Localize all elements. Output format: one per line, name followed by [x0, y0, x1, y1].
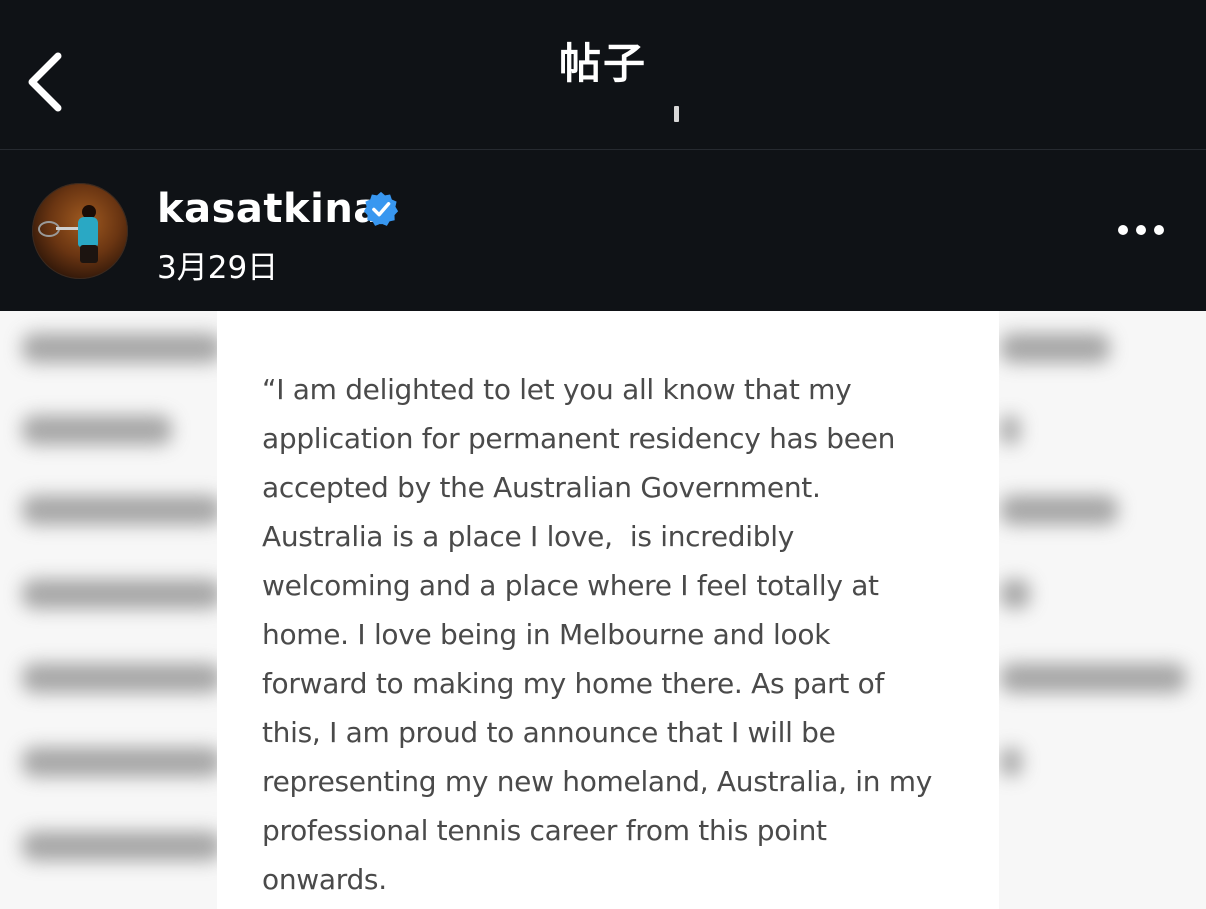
post-image[interactable]: “I am delighted to let you all know that…	[0, 311, 1206, 909]
statement-line: onwards.	[262, 863, 387, 896]
avatar[interactable]	[32, 183, 128, 279]
statement-line: this, I am proud to announce that I will…	[262, 716, 836, 749]
post-header: kasatkina 3月29日	[0, 150, 1206, 311]
statement-line: accepted by the Australian Government.	[262, 471, 821, 504]
more-options-button[interactable]	[1112, 216, 1168, 244]
blurred-background-text	[22, 333, 222, 363]
page-title: 帖子	[558, 39, 647, 88]
statement-line: professional tennis career from this poi…	[262, 814, 827, 847]
statement-line: home. I love being in Melbourne and look	[262, 618, 831, 651]
post-date: 3月29日	[157, 250, 279, 286]
title-cursor-mark	[674, 106, 679, 122]
statement-line: Australia is a place I love, is incredib…	[262, 520, 794, 553]
username[interactable]: kasatkina	[157, 186, 381, 232]
statement-line: welcoming and a place where I feel total…	[262, 569, 879, 602]
statement-card: “I am delighted to let you all know that…	[217, 311, 999, 909]
verified-badge-icon	[363, 191, 399, 226]
statement-line: representing my new homeland, Australia,…	[262, 765, 933, 798]
statement-line: forward to making my home there. As part…	[262, 667, 885, 700]
statement-line: “I am delighted to let you all know that…	[262, 373, 852, 406]
more-horizontal-icon	[1118, 225, 1128, 235]
statement-line: application for permanent residency has …	[262, 422, 896, 455]
statement-text: “I am delighted to let you all know that…	[262, 365, 982, 904]
top-navigation-bar: 帖子	[0, 0, 1206, 150]
